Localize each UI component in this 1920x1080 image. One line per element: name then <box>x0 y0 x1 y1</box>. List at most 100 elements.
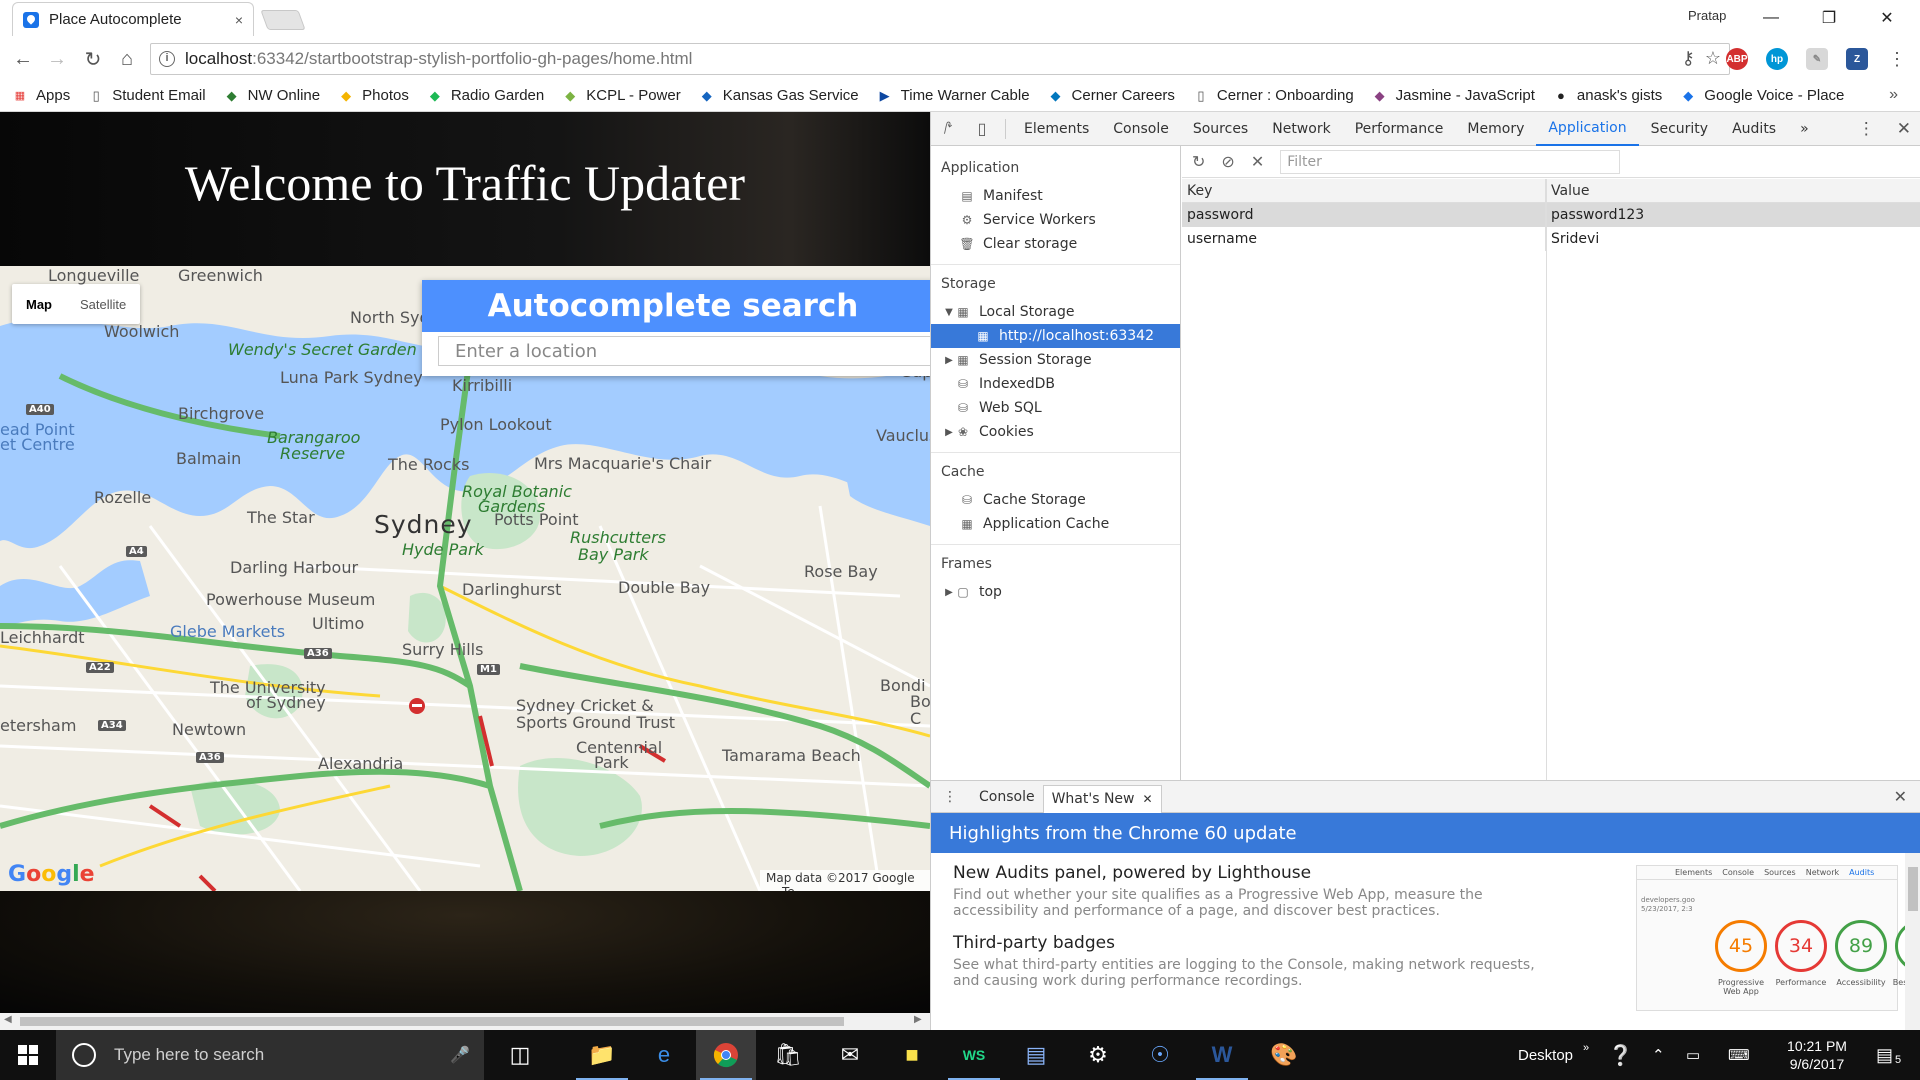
word-icon[interactable]: W <box>1192 1030 1252 1080</box>
map-label[interactable]: A4 <box>126 546 147 557</box>
map-label[interactable]: Surry Hills <box>402 640 483 659</box>
microphone-icon[interactable]: 🎤 <box>450 1045 470 1065</box>
hp-icon[interactable]: hp <box>1766 48 1788 70</box>
map-label[interactable]: Wendy's Secret Garden <box>228 340 417 359</box>
drawer-menu-icon[interactable]: ⋮ <box>943 789 957 805</box>
restore-icon[interactable]: ❐ <box>1806 4 1852 32</box>
show-hidden-icons[interactable]: ⌃ <box>1652 1030 1665 1080</box>
profile-name[interactable]: Pratap <box>1688 8 1726 23</box>
bookmark-item[interactable]: ◆ Photos <box>338 87 409 104</box>
bookmark-item[interactable]: ▶ Time Warner Cable <box>877 87 1030 104</box>
store-icon[interactable]: 🛍 <box>758 1030 818 1080</box>
map-label[interactable]: A36 <box>304 648 332 659</box>
new-tab-button[interactable] <box>260 10 306 30</box>
cell-key[interactable]: username <box>1182 227 1546 251</box>
tab-memory[interactable]: Memory <box>1455 112 1536 146</box>
map-label[interactable]: The Rocks <box>388 455 469 474</box>
tab-security[interactable]: Security <box>1639 112 1721 146</box>
column-header-key[interactable]: Key <box>1182 179 1546 202</box>
map-label[interactable]: Mrs Macquarie's Chair <box>534 454 711 473</box>
google-logo[interactable]: Google <box>8 862 95 887</box>
map-label[interactable]: North Syd <box>350 308 430 327</box>
map-label[interactable]: C <box>910 709 921 728</box>
tab-application[interactable]: Application <box>1536 112 1639 146</box>
google-map[interactable]: Map Satellite Longueville Greenwich Woolwi… <box>0 266 930 891</box>
map-label[interactable]: Vaucluse <box>876 426 930 445</box>
reload-icon[interactable]: ↻ <box>80 46 106 72</box>
sidebar-item-local-storage[interactable]: ▼ ▦ Local Storage <box>931 300 1180 324</box>
map-type-satellite-button[interactable]: Satellite <box>66 284 140 324</box>
edge-icon[interactable]: e <box>634 1030 694 1080</box>
tab-sources[interactable]: Sources <box>1181 112 1260 146</box>
sidebar-item-clear-storage[interactable]: 🗑 Clear storage <box>931 232 1180 256</box>
map-label[interactable]: Double Bay <box>618 578 710 597</box>
horizontal-scrollbar[interactable]: ◀ ▶ <box>0 1013 930 1030</box>
bookmark-item[interactable]: ◆ NW Online <box>224 87 321 104</box>
map-label[interactable]: Longueville <box>48 266 139 285</box>
map-label[interactable]: Bay Park <box>578 545 649 564</box>
bookmark-item[interactable]: ◆ Jasmine - JavaScript <box>1372 87 1535 104</box>
map-label[interactable]: Powerhouse Museum <box>206 590 375 609</box>
map-label[interactable]: Luna Park Sydney <box>280 368 423 387</box>
sidebar-item-web-sql[interactable]: ⛁ Web SQL <box>931 396 1180 420</box>
windows-start-button[interactable] <box>0 1030 56 1080</box>
chrome-icon[interactable] <box>696 1030 756 1080</box>
task-view-icon[interactable]: ◫ <box>490 1030 550 1080</box>
home-icon[interactable]: ⌂ <box>114 46 140 72</box>
sidebar-item-cookies[interactable]: ▶ ❀ Cookies <box>931 420 1180 444</box>
sidebar-item-manifest[interactable]: ▤ Manifest <box>931 184 1180 208</box>
map-label[interactable]: M1 <box>477 664 500 675</box>
site-info-icon[interactable]: i <box>159 51 175 67</box>
tab-network[interactable]: Network <box>1260 112 1342 146</box>
sticky-notes-icon[interactable]: ■ <box>882 1030 942 1080</box>
tab-audits[interactable]: Audits <box>1720 112 1788 146</box>
map-type-map-button[interactable]: Map <box>12 284 66 324</box>
browser-tab[interactable]: Place Autocomplete × <box>12 2 254 36</box>
bookmark-item[interactable]: ● anask's gists <box>1553 87 1662 104</box>
help-icon[interactable]: ❔ <box>1608 1030 1633 1080</box>
bookmark-item[interactable]: ◆ KCPL - Power <box>562 87 680 104</box>
news-item-title[interactable]: New Audits panel, powered by Lighthouse <box>953 863 1553 883</box>
expand-down-icon[interactable]: ▼ <box>943 307 955 318</box>
drawer-tab-console[interactable]: Console <box>971 783 1043 811</box>
map-label[interactable]: Leichhardt <box>0 628 85 647</box>
map-label[interactable]: Darlinghurst <box>462 580 561 599</box>
bookmark-item[interactable]: ◆ Google Voice - Place <box>1680 87 1844 104</box>
mail-icon[interactable]: ✉ <box>820 1030 880 1080</box>
notepad-icon[interactable]: ▤ <box>1006 1030 1066 1080</box>
table-row[interactable]: password password123 <box>1182 203 1920 227</box>
taskbar-clock[interactable]: 10:21 PM 9/6/2017 <box>1772 1037 1862 1073</box>
bookmarks-overflow-icon[interactable]: » <box>1889 86 1898 104</box>
map-label[interactable]: Tamarama Beach <box>722 746 861 765</box>
news-item-title[interactable]: Third-party badges <box>953 933 1553 953</box>
map-label[interactable]: Sydney <box>374 510 473 539</box>
adblock-plus-icon[interactable]: ABP <box>1726 48 1748 70</box>
drawer-scrollbar[interactable] <box>1905 853 1920 1031</box>
toolbar-expand-icon[interactable]: » <box>1583 1042 1589 1054</box>
map-label[interactable]: A34 <box>98 720 126 731</box>
paint-icon[interactable]: 🎨 <box>1254 1030 1314 1080</box>
sidebar-item-frame-top[interactable]: ▶ ▢ top <box>931 580 1180 604</box>
taskbar-search[interactable]: Type here to search 🎤 <box>56 1030 484 1080</box>
back-icon[interactable]: ← <box>10 46 36 72</box>
table-row[interactable]: username Sridevi <box>1182 227 1920 251</box>
map-label[interactable]: Balmain <box>176 449 241 468</box>
sidebar-item-cache-storage[interactable]: ⛁ Cache Storage <box>931 488 1180 512</box>
drawer-tab-whats-new[interactable]: What's New ✕ <box>1042 784 1162 813</box>
map-label[interactable]: Kirribilli <box>452 376 512 395</box>
tab-performance[interactable]: Performance <box>1343 112 1456 146</box>
sidebar-item-localhost-origin[interactable]: ▦ http://localhost:63342 <box>931 324 1180 348</box>
map-label[interactable]: A40 <box>26 404 54 415</box>
map-label[interactable]: Greenwich <box>178 266 263 285</box>
map-label[interactable]: Potts Point <box>494 510 579 529</box>
scroll-left-icon[interactable]: ◀ <box>4 1014 12 1025</box>
more-tabs-icon[interactable]: » <box>1788 112 1821 146</box>
file-explorer-icon[interactable]: 📁 <box>572 1030 632 1080</box>
map-label[interactable]: Hyde Park <box>402 540 484 559</box>
expand-right-icon[interactable]: ▶ <box>943 355 955 366</box>
map-label[interactable]: of Sydney <box>246 693 326 712</box>
map-label[interactable]: Glebe Markets <box>170 622 285 641</box>
keyboard-icon[interactable]: ⌨ <box>1728 1030 1750 1080</box>
cell-value[interactable]: Sridevi <box>1546 227 1920 251</box>
map-label[interactable]: Reserve <box>280 444 345 463</box>
